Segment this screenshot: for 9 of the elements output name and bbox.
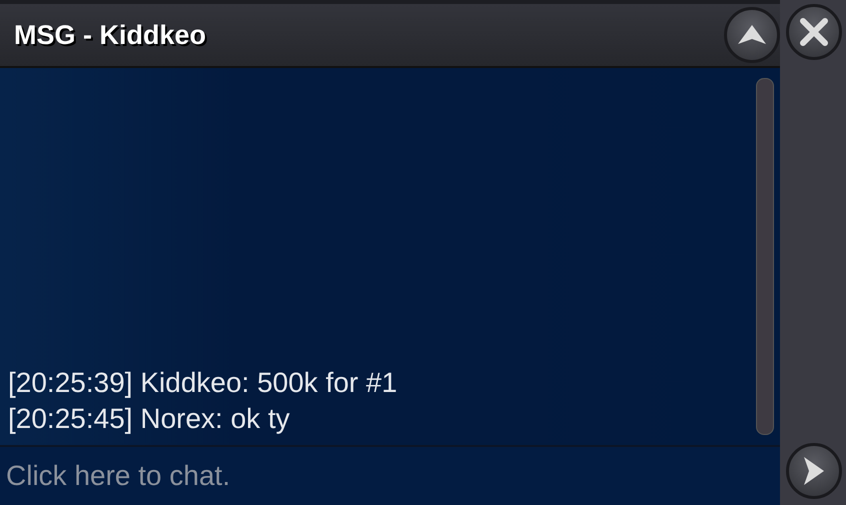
chat-message: [20:25:39] Kiddkeo: 500k for #1 xyxy=(8,367,398,399)
triangle-up-icon xyxy=(737,24,767,46)
collapse-button[interactable] xyxy=(724,7,780,63)
chat-input[interactable]: Click here to chat. xyxy=(0,447,780,505)
window-title: MSG - Kiddkeo xyxy=(14,20,206,50)
triangle-right-icon xyxy=(803,456,825,486)
scrollbar-thumb[interactable] xyxy=(756,78,774,435)
close-icon xyxy=(799,17,829,47)
chat-message: [20:25:45] Norex: ok ty xyxy=(8,403,291,435)
